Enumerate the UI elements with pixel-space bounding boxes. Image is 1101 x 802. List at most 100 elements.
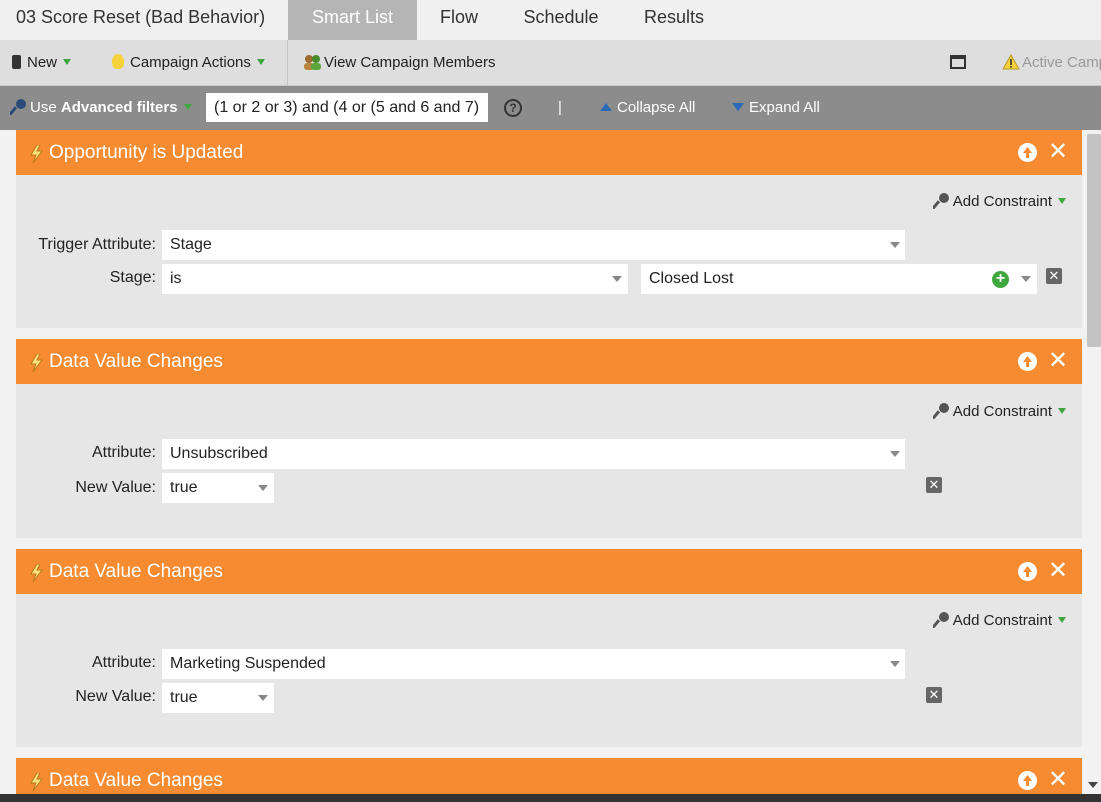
campaign-actions-label: Campaign Actions bbox=[130, 54, 251, 71]
trigger-bolt-icon bbox=[28, 144, 44, 164]
new-icon bbox=[12, 55, 21, 69]
tab-results[interactable]: Results bbox=[625, 0, 723, 40]
add-constraint-label: Add Constraint bbox=[952, 193, 1052, 210]
filter-title: Data Value Changes bbox=[49, 561, 223, 582]
triangle-up-icon bbox=[600, 103, 612, 111]
add-constraint-label: Add Constraint bbox=[952, 612, 1052, 629]
filter-card-opportunity-updated: Opportunity is Updated ✕ Add Constraint … bbox=[16, 130, 1082, 328]
chevron-down-icon bbox=[1021, 276, 1031, 282]
people-icon bbox=[303, 43, 322, 70]
filter-card-data-value-changes: Data Value Changes ✕ Add Constraint Attr… bbox=[16, 549, 1082, 747]
vertical-scrollbar[interactable] bbox=[1084, 130, 1101, 794]
stage-value: Closed Lost bbox=[649, 270, 734, 287]
attribute-select[interactable]: Marketing Suspended bbox=[162, 649, 905, 679]
filterbar-separator: | bbox=[558, 99, 562, 116]
use-label: Use bbox=[30, 99, 57, 116]
chevron-down-icon bbox=[256, 59, 265, 65]
stage-operator-select[interactable]: is bbox=[162, 264, 628, 294]
stage-operator-value: is bbox=[170, 270, 182, 287]
remove-row-icon[interactable]: ✕ bbox=[926, 687, 942, 703]
remove-row-icon[interactable]: ✕ bbox=[926, 477, 942, 493]
wrench-icon bbox=[931, 611, 950, 634]
chevron-down-icon bbox=[1058, 617, 1066, 623]
tab-flow[interactable]: Flow bbox=[420, 0, 498, 40]
new-label: New bbox=[27, 54, 58, 71]
new-value-label: New Value: bbox=[75, 688, 156, 705]
filter-header[interactable]: Data Value Changes ✕ bbox=[16, 549, 1082, 594]
advanced-filters-label: Advanced filters bbox=[60, 99, 178, 116]
filter-bar: Use Advanced filters (1 or 2 or 3) and (… bbox=[0, 86, 1101, 130]
new-value: true bbox=[170, 479, 198, 496]
trigger-attribute-label: Trigger Attribute: bbox=[38, 236, 156, 253]
active-status-label: Active Camp bbox=[1022, 54, 1101, 71]
chevron-down-icon bbox=[890, 242, 900, 248]
wrench-icon bbox=[931, 402, 950, 425]
filter-header[interactable]: Data Value Changes ✕ bbox=[16, 339, 1082, 384]
move-up-icon[interactable] bbox=[1018, 771, 1037, 790]
filter-header[interactable]: Opportunity is Updated ✕ bbox=[16, 130, 1082, 175]
move-up-icon[interactable] bbox=[1018, 562, 1037, 581]
filter-logic-input[interactable]: (1 or 2 or 3) and (4 or (5 and 6 and 7) bbox=[206, 93, 488, 122]
chevron-down-icon bbox=[258, 695, 268, 701]
window-icon[interactable] bbox=[950, 40, 966, 85]
lightbulb-icon bbox=[112, 54, 124, 69]
expand-all-button[interactable]: Expand All bbox=[732, 86, 820, 130]
chevron-down-icon bbox=[890, 451, 900, 457]
add-constraint-button[interactable]: Add Constraint bbox=[931, 611, 1066, 634]
new-value-select[interactable]: true bbox=[162, 683, 274, 713]
view-campaign-members-button[interactable]: View Campaign Members bbox=[303, 40, 495, 85]
collapse-all-button[interactable]: Collapse All bbox=[600, 86, 695, 130]
advanced-filters-menu[interactable]: Use Advanced filters bbox=[8, 86, 192, 133]
collapse-all-label: Collapse All bbox=[617, 99, 696, 116]
trigger-bolt-icon bbox=[28, 772, 44, 792]
add-constraint-button[interactable]: Add Constraint bbox=[931, 192, 1066, 212]
scroll-down-icon[interactable] bbox=[1088, 782, 1098, 788]
campaign-title: 03 Score Reset (Bad Behavior) bbox=[16, 7, 266, 27]
trigger-bolt-icon bbox=[28, 353, 44, 373]
move-up-icon[interactable] bbox=[1018, 143, 1037, 162]
close-icon[interactable]: ✕ bbox=[1048, 558, 1068, 584]
move-up-icon[interactable] bbox=[1018, 352, 1037, 371]
triangle-down-icon bbox=[732, 103, 744, 111]
help-icon[interactable]: ? bbox=[504, 99, 522, 117]
campaign-actions-menu[interactable]: Campaign Actions bbox=[112, 40, 265, 85]
chevron-down-icon bbox=[183, 104, 192, 110]
add-value-icon[interactable]: + bbox=[992, 271, 1009, 288]
chevron-down-icon bbox=[1058, 408, 1066, 414]
new-menu[interactable]: New bbox=[12, 40, 72, 85]
new-value-label: New Value: bbox=[75, 479, 156, 496]
add-constraint-label: Add Constraint bbox=[952, 403, 1052, 420]
attribute-label: Attribute: bbox=[91, 654, 156, 671]
trigger-bolt-icon bbox=[28, 563, 44, 583]
attribute-select[interactable]: Unsubscribed bbox=[162, 439, 905, 469]
close-icon[interactable]: ✕ bbox=[1048, 348, 1068, 374]
chevron-down-icon bbox=[258, 485, 268, 491]
attribute-label: Attribute: bbox=[91, 444, 156, 461]
stage-value-select[interactable]: Closed Lost + bbox=[641, 264, 1037, 294]
remove-row-icon[interactable]: ✕ bbox=[1046, 268, 1062, 284]
wrench-icon bbox=[8, 89, 27, 133]
chevron-down-icon bbox=[63, 59, 72, 65]
new-value-select[interactable]: true bbox=[162, 473, 274, 503]
scroll-thumb[interactable] bbox=[1087, 134, 1101, 347]
trigger-attribute-value: Stage bbox=[170, 236, 212, 253]
close-icon[interactable]: ✕ bbox=[1048, 767, 1068, 793]
tab-schedule[interactable]: Schedule bbox=[505, 0, 617, 40]
filter-title: Opportunity is Updated bbox=[49, 142, 244, 163]
close-icon[interactable]: ✕ bbox=[1048, 139, 1068, 165]
add-constraint-button[interactable]: Add Constraint bbox=[931, 402, 1066, 425]
toolbar-divider bbox=[287, 40, 288, 85]
view-campaign-members-label: View Campaign Members bbox=[324, 54, 496, 71]
tab-smart-list[interactable]: Smart List bbox=[288, 0, 417, 40]
tab-bar: 03 Score Reset (Bad Behavior) Smart List… bbox=[0, 0, 1101, 40]
new-value: true bbox=[170, 689, 198, 706]
bottom-strip bbox=[0, 794, 1101, 802]
chevron-down-icon bbox=[612, 276, 622, 282]
filter-title: Data Value Changes bbox=[49, 351, 223, 372]
trigger-attribute-select[interactable]: Stage bbox=[162, 230, 905, 260]
chevron-down-icon bbox=[1058, 198, 1066, 204]
attribute-value: Marketing Suspended bbox=[170, 655, 326, 672]
toolbar: New Campaign Actions View Campaign Membe… bbox=[0, 40, 1101, 86]
smart-list-canvas: Opportunity is Updated ✕ Add Constraint … bbox=[0, 130, 1101, 802]
warning-icon bbox=[1002, 43, 1020, 88]
